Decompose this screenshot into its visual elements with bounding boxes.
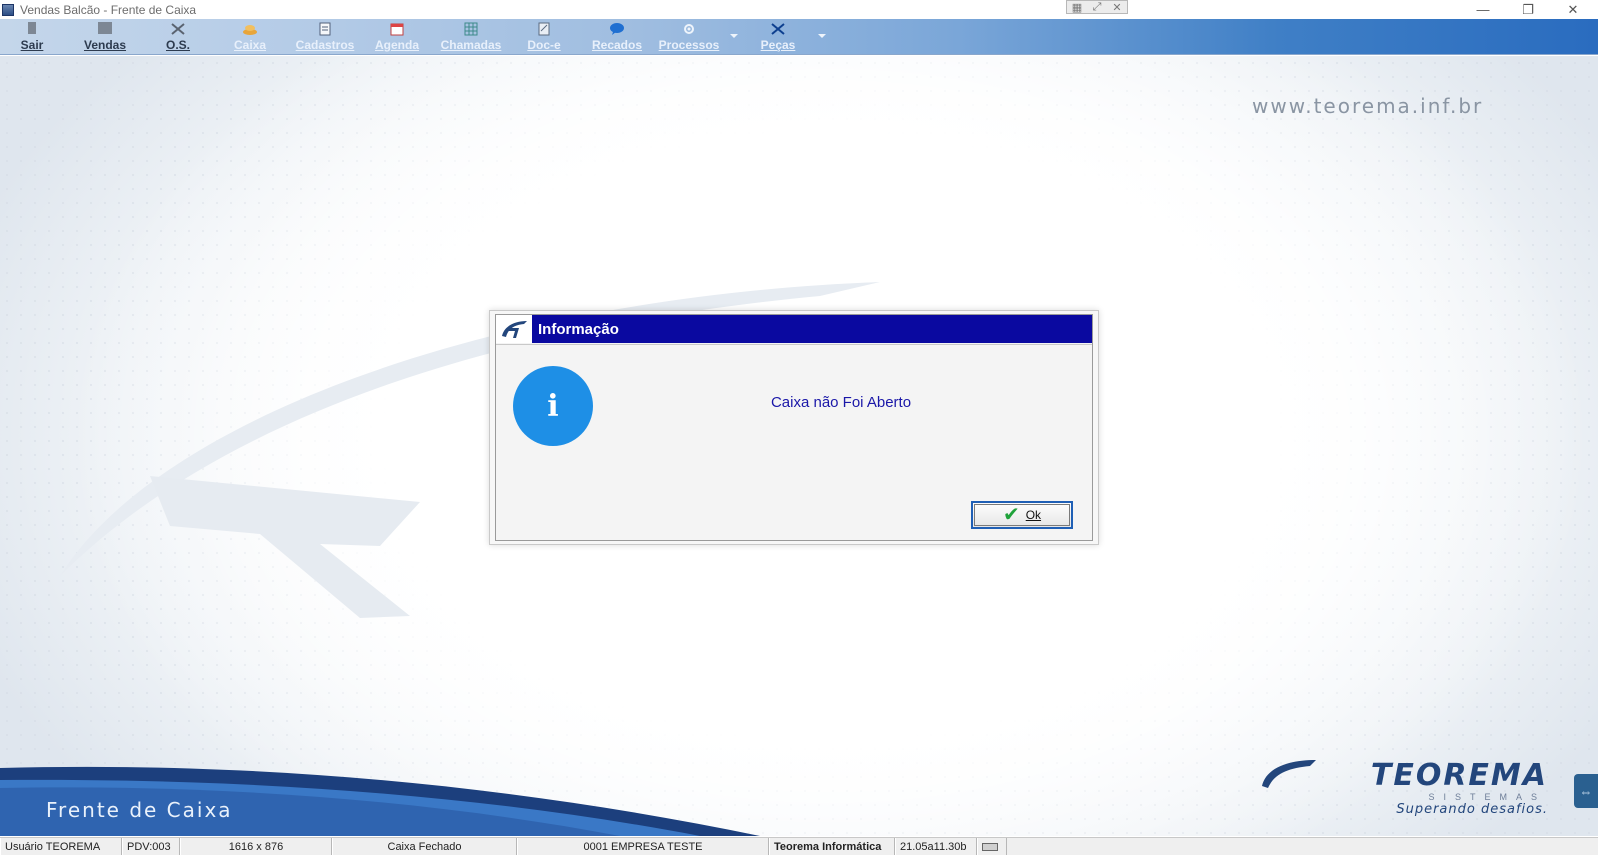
toolbar-os-button[interactable]: O.S. [158, 19, 198, 55]
ok-button[interactable]: ✔ Ok [971, 501, 1073, 529]
gear-icon [681, 22, 697, 36]
wrench-icon [770, 22, 786, 36]
toolbar-recados-button[interactable]: Recados [588, 19, 646, 55]
info-dialog: Informação i Caixa não Foi Aberto ✔ Ok [489, 310, 1099, 545]
toolbar-agenda-button[interactable]: Agenda [372, 19, 422, 55]
dialog-header: Informação [496, 315, 1092, 343]
registry-icon [317, 22, 333, 36]
minimize-button[interactable]: — [1460, 0, 1506, 19]
tools-icon [170, 22, 186, 36]
brand-slogan: Superando desafios. [1396, 802, 1548, 817]
close-window-button[interactable]: ✕ [1550, 0, 1596, 19]
info-icon: i [513, 366, 593, 446]
toolbar-overflow-arrow[interactable] [818, 34, 826, 38]
keyboard-icon [977, 838, 1007, 855]
toolbar-chamadas-button[interactable]: Chamadas [438, 19, 504, 55]
message-icon [609, 22, 625, 36]
resize-icon[interactable]: ⤢ [1087, 1, 1107, 14]
dialog-separator [496, 344, 1092, 345]
toolbar-processos-button[interactable]: Processos [658, 19, 720, 55]
dialog-title: Informação [538, 320, 619, 338]
app-icon [2, 3, 14, 16]
ok-button-label: Ok [1025, 508, 1042, 522]
status-cash: Caixa Fechado [332, 838, 517, 855]
calendar-icon [389, 22, 405, 36]
dialog-message: Caixa não Foi Aberto [770, 394, 912, 411]
footer-label: Frente de Caixa [46, 798, 233, 822]
brand-subtitle: SISTEMAS [1428, 792, 1546, 802]
exit-icon [24, 22, 40, 36]
processos-dropdown-arrow[interactable] [730, 34, 738, 38]
toolbar-pecas-button[interactable]: Peças [756, 19, 800, 55]
toolbar-cadastros-button[interactable]: Cadastros [292, 19, 358, 55]
checkmark-icon: ✔ [1002, 504, 1020, 526]
teorema-logo-icon [496, 315, 532, 343]
window-title: Vendas Balcão - Frente de Caixa [20, 2, 197, 17]
brand-logo: TEOREMA SISTEMAS Superando desafios. [1258, 754, 1548, 824]
toolbar-caixa-button[interactable]: Caixa [228, 19, 272, 55]
footer-band: Frente de Caixa [0, 754, 760, 836]
sales-icon [97, 22, 113, 36]
brand-name: TEOREMA [1370, 758, 1548, 793]
status-company: 0001 EMPRESA TESTE [517, 838, 769, 855]
toolbar-doce-button[interactable]: Doc-e [522, 19, 566, 55]
toolbar-sair-button[interactable]: Sair [14, 19, 50, 55]
status-bar: Usuário TEOREMA PDV:003 1616 x 876 Caixa… [0, 837, 1598, 855]
dialog-body: Informação i Caixa não Foi Aberto ✔ Ok [495, 314, 1093, 541]
restore-button[interactable]: ❐ [1505, 0, 1551, 19]
status-vendor: Teorema Informática [769, 838, 895, 855]
document-icon [536, 22, 552, 36]
window-titlebar: Vendas Balcão - Frente de Caixa ▦ ⤢ ✕ — … [0, 0, 1598, 19]
status-version: 21.05a11.30b [895, 838, 977, 855]
grid-icon[interactable]: ▦ [1067, 1, 1087, 14]
main-toolbar: Sair Vendas O.S. Caixa Cadastros Agenda … [0, 19, 1598, 55]
status-pdv: PDV:003 [122, 838, 180, 855]
mini-toolbox: ▦ ⤢ ✕ [1066, 0, 1128, 14]
status-resolution: 1616 x 876 [180, 838, 332, 855]
side-panel-toggle-icon[interactable]: ⇔ [1574, 774, 1598, 808]
close-small-icon[interactable]: ✕ [1107, 1, 1127, 14]
status-user: Usuário TEOREMA [0, 838, 122, 855]
toolbar-vendas-button[interactable]: Vendas [80, 19, 130, 55]
website-url: www.teorema.inf.br [1252, 94, 1484, 118]
grid-icon [463, 22, 479, 36]
cash-icon [242, 22, 258, 36]
